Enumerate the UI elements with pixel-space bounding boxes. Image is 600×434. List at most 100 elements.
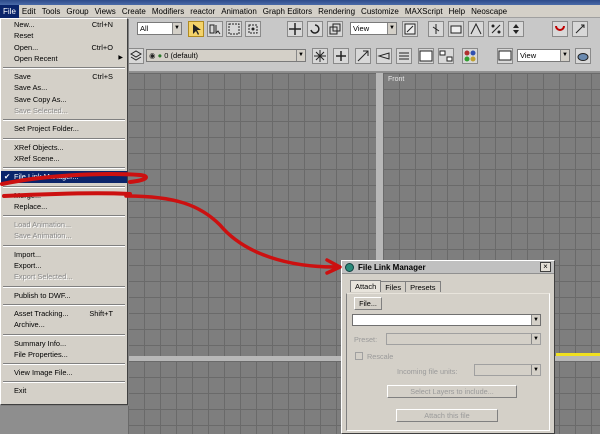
menu-item-set-project-folder[interactable]: Set Project Folder... [1, 123, 127, 134]
menu-separator [1, 242, 127, 249]
select-layers-button[interactable]: Select Layers to include... [387, 385, 517, 398]
menu-graph-editors[interactable]: Graph Editors [260, 5, 315, 18]
incoming-units-combo[interactable]: ▼ [474, 364, 541, 376]
align-button[interactable] [572, 21, 588, 37]
percent-icon [491, 24, 501, 34]
menu-item-load-animation[interactable]: Load Animation... [1, 219, 127, 230]
rect-select-icon [228, 23, 240, 35]
menu-maxscript[interactable]: MAXScript [402, 5, 446, 18]
menu-separator [1, 64, 127, 71]
menu-item-open-recent[interactable]: Open Recent ▶ [1, 53, 127, 64]
select-by-name-button[interactable] [207, 21, 223, 37]
layers-icon [130, 50, 142, 61]
schematic-view-button[interactable] [438, 48, 454, 64]
menu-item-save-copy-as[interactable]: Save Copy As... [1, 94, 127, 105]
menu-create[interactable]: Create [119, 5, 149, 18]
menu-item-archive[interactable]: Archive... [1, 319, 127, 330]
menu-group[interactable]: Group [63, 5, 91, 18]
pivot-button[interactable] [402, 21, 418, 37]
render-icon [498, 50, 512, 61]
menu-item-save-as[interactable]: Save As... [1, 82, 127, 93]
attach-file-button[interactable]: Attach this file [396, 409, 498, 422]
menu-item-shortcut: Ctrl+O [91, 42, 113, 52]
render-setup-button[interactable] [497, 48, 513, 64]
menu-item-open[interactable]: Open... Ctrl+O [1, 42, 127, 53]
menu-item-reset[interactable]: Reset [1, 30, 127, 41]
rotate-button[interactable] [307, 21, 323, 37]
viewport-bottom-left[interactable] [128, 361, 376, 434]
snap-icon [470, 22, 482, 35]
menu-item-publish-to-dwf[interactable]: Publish to DWF... [1, 290, 127, 301]
chevron-down-icon: ▼ [531, 365, 540, 375]
menu-modifiers[interactable]: Modifiers [149, 5, 187, 18]
menu-item-import[interactable]: Import... [1, 249, 127, 260]
selection-filter-dropdown[interactable]: All ▼ [137, 22, 182, 35]
tab-attach[interactable]: Attach [350, 280, 382, 292]
menu-item-shortcut: Ctrl+N [91, 20, 113, 29]
menu-item-new[interactable]: New... Ctrl+N [1, 19, 127, 30]
menu-item-xref-scene[interactable]: XRef Scene... [1, 153, 127, 164]
tab-presets[interactable]: Presets [405, 281, 441, 292]
quick-render-button[interactable] [575, 48, 591, 64]
rescale-checkbox[interactable] [355, 352, 363, 360]
add-to-layer-button[interactable] [333, 48, 349, 64]
percent-snap-button[interactable] [488, 21, 504, 37]
menu-reactor[interactable]: reactor [187, 5, 218, 18]
menu-item-summary-info[interactable]: Summary Info... [1, 338, 127, 349]
menu-file[interactable]: File [0, 4, 19, 18]
menu-item-export[interactable]: Export... [1, 260, 127, 271]
menu-item-replace[interactable]: Replace... [1, 201, 127, 212]
keyboard-shortcut-button[interactable] [448, 21, 464, 37]
render-view-value: View [520, 51, 537, 60]
menu-item-xref-objects[interactable]: XRef Objects... [1, 142, 127, 153]
select-in-layer-button[interactable] [355, 48, 371, 64]
create-layer-button[interactable] [312, 48, 328, 64]
material-editor-button[interactable] [462, 48, 478, 64]
window-crossing-button[interactable] [245, 21, 261, 37]
menu-item-file-link-manager[interactable]: ✔ File Link Manager... [1, 171, 127, 183]
menu-tools[interactable]: Tools [39, 5, 64, 18]
layer-manager-button[interactable] [128, 48, 144, 64]
mirror-button[interactable] [552, 21, 568, 37]
select-manipulate-button[interactable] [428, 21, 444, 37]
dialog-titlebar[interactable]: File Link Manager × [342, 261, 554, 274]
menu-item-export-selected[interactable]: Export Selected... [1, 271, 127, 282]
menu-item-file-properties[interactable]: File Properties... [1, 349, 127, 360]
scale-button[interactable] [327, 21, 343, 37]
tab-files[interactable]: Files [380, 281, 407, 292]
render-view-dropdown[interactable]: View ▼ [517, 49, 570, 62]
preset-combo[interactable]: ▼ [386, 333, 541, 345]
menu-item-exit[interactable]: Exit [1, 385, 127, 396]
menu-item-save-animation[interactable]: Save Animation... [1, 230, 127, 241]
layer-manager-2-button[interactable] [396, 48, 412, 64]
layer-dropdown[interactable]: ◉ ● 0 (default) ▼ [146, 49, 306, 62]
move-button[interactable] [287, 21, 303, 37]
reference-coord-dropdown[interactable]: View ▼ [350, 22, 397, 35]
menu-separator [1, 283, 127, 290]
menu-item-save-selected[interactable]: Save Selected... [1, 105, 127, 116]
menu-item-view-image-file[interactable]: View Image File... [1, 367, 127, 378]
viewport-top-left[interactable] [128, 73, 376, 356]
curve-editor-button[interactable] [418, 48, 434, 64]
menu-item-label: Reset [14, 31, 34, 41]
select-object-button[interactable] [188, 21, 204, 37]
menu-item-save[interactable]: Save Ctrl+S [1, 71, 127, 82]
file-path-combo[interactable]: ▼ [352, 314, 541, 326]
menu-item-merge[interactable]: Merge... [1, 190, 127, 201]
file-menu: New... Ctrl+N Reset Open... Ctrl+O Open Recen… [0, 18, 128, 405]
menu-separator [1, 212, 127, 219]
spinner-snap-button[interactable] [508, 21, 524, 37]
set-current-layer-button[interactable] [376, 48, 392, 64]
close-button[interactable]: × [540, 262, 551, 272]
menu-views[interactable]: Views [92, 5, 119, 18]
rect-selection-button[interactable] [226, 21, 242, 37]
menu-animation[interactable]: Animation [218, 5, 260, 18]
menu-edit[interactable]: Edit [19, 5, 39, 18]
menu-item-asset-tracking[interactable]: Asset Tracking... Shift+T [1, 308, 127, 319]
file-button[interactable]: File... [354, 297, 382, 310]
menu-help[interactable]: Help [446, 5, 468, 18]
snap-toggle-button[interactable] [468, 21, 484, 37]
menu-neoscape[interactable]: Neoscape [468, 5, 510, 18]
menu-rendering[interactable]: Rendering [315, 5, 358, 18]
menu-customize[interactable]: Customize [358, 5, 402, 18]
